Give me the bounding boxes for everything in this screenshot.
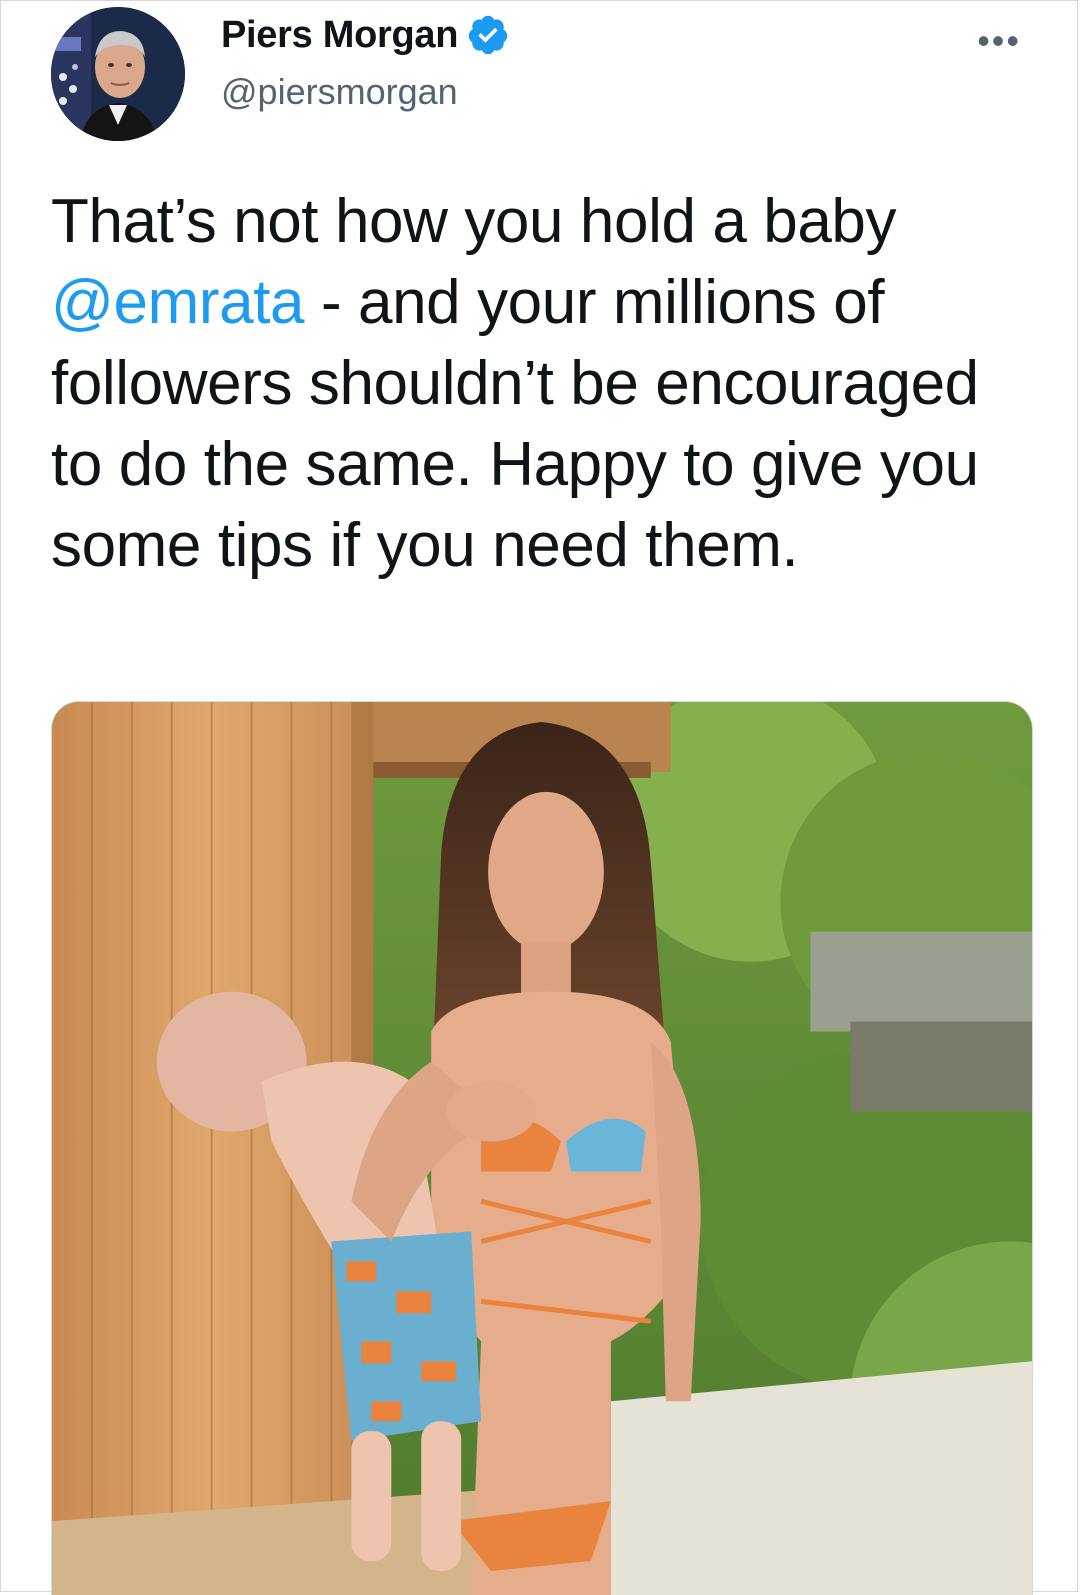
author-display-name[interactable]: Piers Morgan [221, 14, 458, 57]
author-name-row: Piers Morgan [221, 13, 510, 57]
tweet-body: That’s not how you hold a baby @emrata -… [51, 181, 1041, 586]
verified-badge-icon [466, 13, 510, 57]
avatar-image [51, 7, 185, 141]
tweet-text-part-1: That’s not how you hold a baby [51, 187, 897, 256]
profile-avatar[interactable] [51, 7, 185, 141]
mention-link[interactable]: @emrata [51, 268, 305, 337]
more-horizontal-icon[interactable]: ••• [977, 23, 1021, 59]
tweet-card: Piers Morgan @piersmorgan ••• That’s not… [0, 0, 1078, 1595]
photo-image [52, 702, 1032, 1595]
tweet-media-photo[interactable] [51, 701, 1033, 1595]
author-handle[interactable]: @piersmorgan [221, 71, 458, 113]
